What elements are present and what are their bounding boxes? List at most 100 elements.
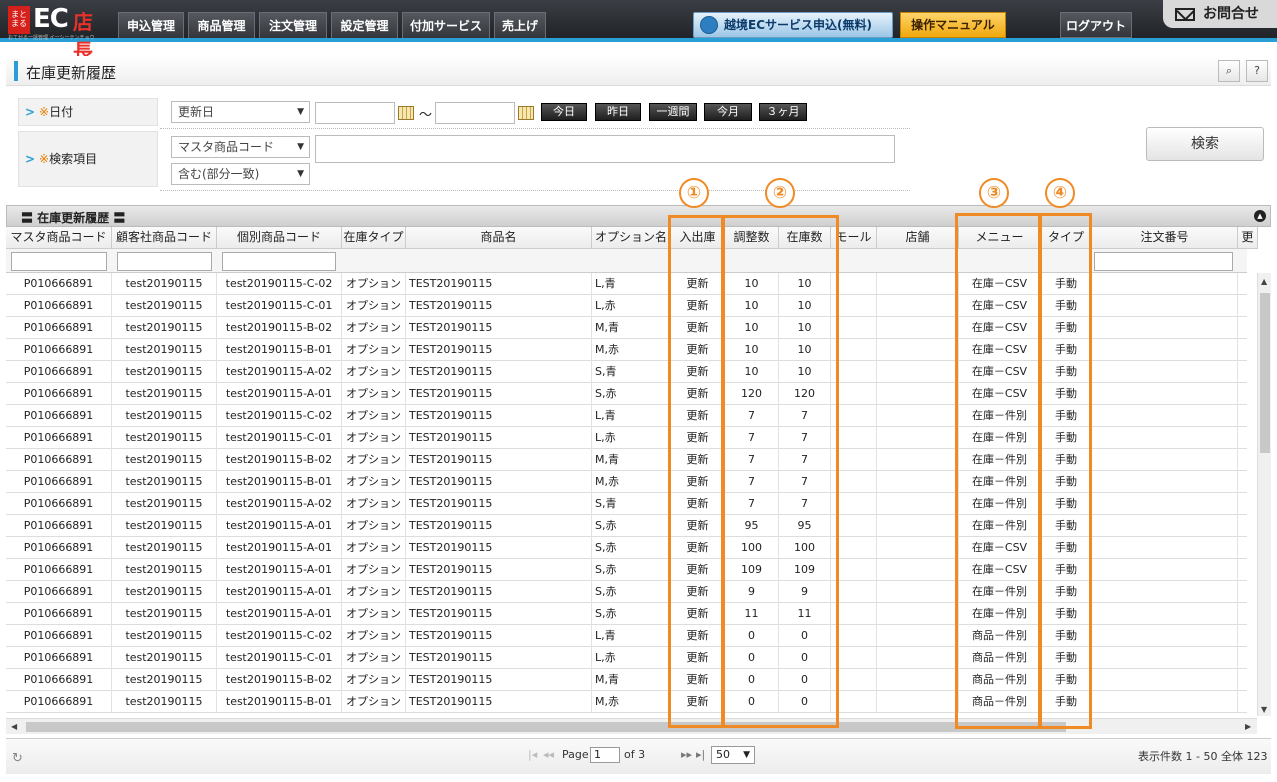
cell-option-name: M,赤 — [592, 471, 671, 493]
column-header-updated[interactable]: 更 — [1238, 227, 1258, 249]
column-header-store[interactable]: 店舗 — [877, 227, 959, 249]
column-header-stock-type[interactable]: 在庫タイプ — [342, 227, 406, 249]
filter-master-code-input[interactable] — [11, 252, 107, 271]
cell-store — [877, 493, 959, 515]
nav-sales[interactable]: 売上げ — [494, 12, 546, 38]
next-page-icon[interactable]: ▸▸ — [681, 748, 692, 761]
filter-item-code-input[interactable] — [222, 252, 336, 271]
cell-master-code: P010666891 — [6, 449, 112, 471]
cell-store — [877, 383, 959, 405]
page-size-select[interactable]: 50 ▼ — [711, 746, 755, 764]
cell-master-code: P010666891 — [6, 361, 112, 383]
scroll-right-icon[interactable]: ▶ — [1245, 722, 1251, 731]
quick-3months-button[interactable]: ３ヶ月 — [759, 103, 807, 121]
cell-product-name: TEST20190115 — [406, 449, 592, 471]
contact-button[interactable]: お問合せ — [1163, 0, 1277, 28]
date-label: > ※日付 — [18, 98, 158, 126]
date-from-input[interactable] — [315, 102, 395, 124]
nav-settings[interactable]: 設定管理 — [331, 12, 398, 38]
cell-product-name: TEST20190115 — [406, 559, 592, 581]
annotation-box-1 — [668, 215, 724, 728]
column-header-master-code[interactable]: マスタ商品コード — [6, 227, 112, 249]
logout-button[interactable]: ログアウト — [1060, 12, 1132, 38]
cell-customer-code: test20190115 — [112, 339, 217, 361]
cell-customer-code: test20190115 — [112, 427, 217, 449]
search-keyword-textarea[interactable] — [315, 135, 895, 163]
cell-master-code: P010666891 — [6, 691, 112, 713]
cell-order-number — [1092, 383, 1238, 405]
cell-master-code: P010666891 — [6, 427, 112, 449]
calendar-icon[interactable] — [398, 106, 414, 120]
search-field-select[interactable]: マスタ商品コード ▼ — [171, 136, 310, 158]
cell-stock-type: オプション — [342, 647, 406, 669]
horizontal-scroll-thumb[interactable] — [26, 722, 1066, 732]
cell-item-code: test20190115-B-01 — [217, 339, 342, 361]
record-summary: 表示件数 1 - 50 全体 123 — [1138, 750, 1268, 763]
column-header-customer-code[interactable]: 顧客社商品コード — [112, 227, 217, 249]
annotation-box-4 — [1039, 213, 1092, 729]
quick-today-button[interactable]: 今日 — [541, 103, 587, 121]
cell-stock-type: オプション — [342, 405, 406, 427]
page-heading: 在庫更新履歴 — [6, 56, 1271, 86]
cell-stock-type: オプション — [342, 515, 406, 537]
contact-label: お問合せ — [1203, 6, 1259, 22]
nav-addon-services[interactable]: 付加サービス — [402, 12, 490, 38]
date-label-text: 日付 — [49, 105, 74, 119]
dropdown-arrow-icon: ▼ — [297, 169, 304, 179]
cell-master-code: P010666891 — [6, 537, 112, 559]
column-header-product-name[interactable]: 商品名 — [406, 227, 592, 249]
cell-customer-code: test20190115 — [112, 559, 217, 581]
cell-product-name: TEST20190115 — [406, 691, 592, 713]
vertical-scroll-thumb[interactable] — [1260, 293, 1270, 453]
cell-item-code: test20190115-B-01 — [217, 471, 342, 493]
match-type-select[interactable]: 含む(部分一致) ▼ — [171, 163, 310, 185]
cell-item-code: test20190115-C-02 — [217, 625, 342, 647]
vertical-scrollbar[interactable] — [1257, 273, 1271, 716]
refresh-icon[interactable]: ↻ — [12, 751, 23, 766]
scroll-down-icon[interactable]: ▼ — [1261, 705, 1267, 714]
cell-stock-type: オプション — [342, 449, 406, 471]
cell-stock-type: オプション — [342, 317, 406, 339]
cell-order-number — [1092, 603, 1238, 625]
column-header-order-number[interactable]: 注文番号 — [1092, 227, 1238, 249]
cell-option-name: S,赤 — [592, 559, 671, 581]
cell-product-name: TEST20190115 — [406, 295, 592, 317]
date-type-select[interactable]: 更新日 ▼ — [171, 101, 310, 123]
cell-item-code: test20190115-B-02 — [217, 317, 342, 339]
scroll-left-icon[interactable]: ◀ — [11, 722, 17, 731]
manual-button[interactable]: 操作マニュアル — [900, 12, 1006, 38]
quick-yesterday-button[interactable]: 昨日 — [595, 103, 641, 121]
nav-products[interactable]: 商品管理 — [188, 12, 255, 38]
nav-orders[interactable]: 注文管理 — [259, 12, 327, 38]
column-header-item-code[interactable]: 個別商品コード — [217, 227, 342, 249]
quick-week-button[interactable]: 一週間 — [649, 103, 697, 121]
last-page-icon[interactable]: ▸| — [696, 748, 705, 761]
cell-order-number — [1092, 669, 1238, 691]
collapse-icon[interactable]: ▲ — [1254, 210, 1266, 222]
scroll-up-icon[interactable]: ▲ — [1261, 277, 1267, 286]
search-icon[interactable]: ⌕ — [1218, 60, 1240, 82]
filter-customer-code-input[interactable] — [117, 252, 212, 271]
filter-order-number-input[interactable] — [1094, 252, 1233, 271]
prev-page-icon[interactable]: ◂◂ — [543, 748, 554, 761]
cell-product-name: TEST20190115 — [406, 647, 592, 669]
date-to-input[interactable] — [435, 102, 515, 124]
first-page-icon[interactable]: |◂ — [528, 748, 537, 761]
cell-option-name: S,赤 — [592, 537, 671, 559]
cell-item-code: test20190115-A-01 — [217, 603, 342, 625]
cell-item-code: test20190115-B-02 — [217, 449, 342, 471]
quick-month-button[interactable]: 今月 — [704, 103, 752, 121]
nav-application[interactable]: 申込管理 — [118, 12, 184, 38]
page-number-input[interactable]: 1 — [590, 747, 620, 763]
brand-logo[interactable]: まとまる EC 店長 おてがる一括管理 イーシーテンチョウ — [8, 4, 108, 63]
cell-store — [877, 625, 959, 647]
column-header-option-name[interactable]: オプション名 — [592, 227, 671, 249]
cross-border-ec-button[interactable]: 越境ECサービス申込(無料) — [693, 12, 893, 38]
cell-customer-code: test20190115 — [112, 669, 217, 691]
calendar-icon[interactable] — [518, 106, 534, 120]
cell-product-name: TEST20190115 — [406, 471, 592, 493]
cell-order-number — [1092, 691, 1238, 713]
help-button[interactable]: ? — [1246, 60, 1268, 82]
search-button[interactable]: 検索 — [1146, 127, 1264, 161]
cell-customer-code: test20190115 — [112, 383, 217, 405]
